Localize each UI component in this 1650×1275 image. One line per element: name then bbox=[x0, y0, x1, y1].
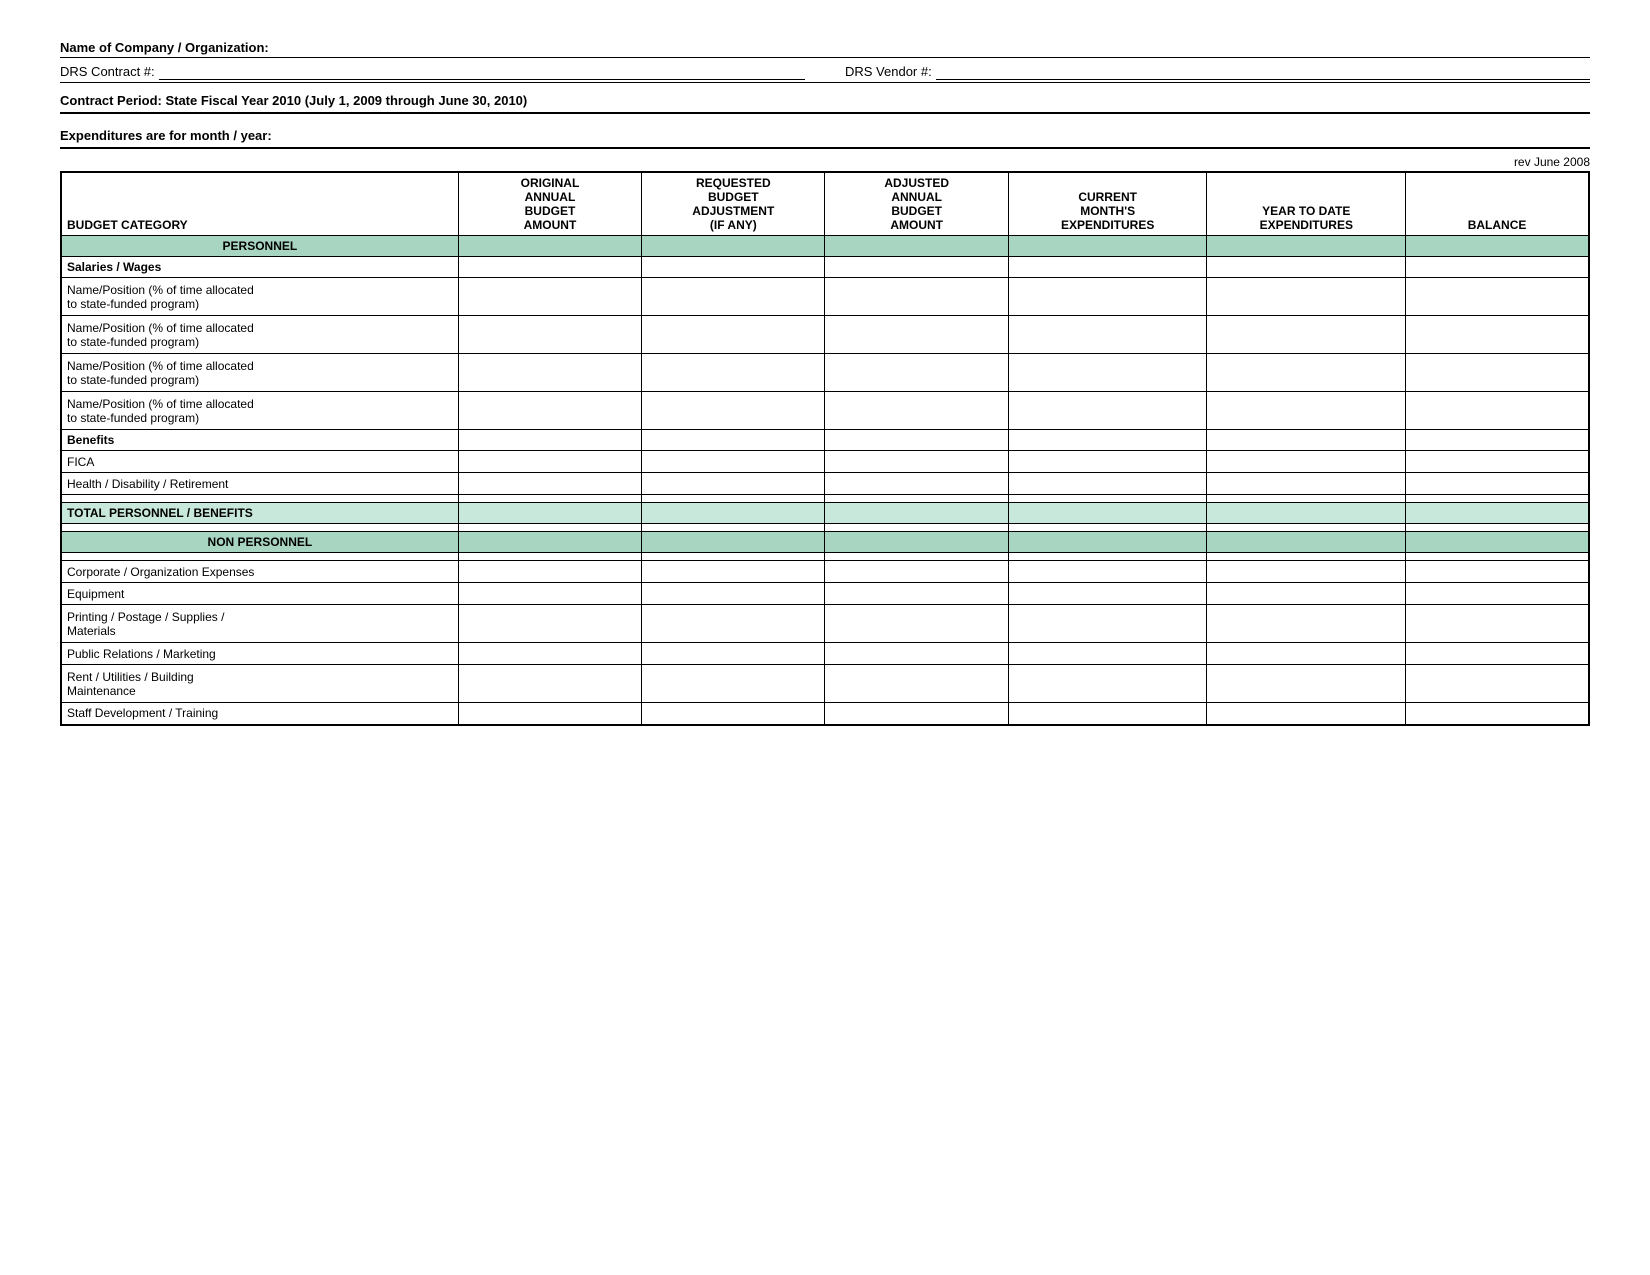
printing-label: Printing / Postage / Supplies /Materials bbox=[61, 605, 458, 643]
row-name-position-3: Name/Position (% of time allocatedto sta… bbox=[61, 354, 458, 392]
total-personnel-row: TOTAL PERSONNEL / BENEFITS bbox=[61, 503, 1589, 524]
equipment-label: Equipment bbox=[61, 583, 458, 605]
col-header-category: BUDGET CATEGORY bbox=[61, 172, 458, 236]
spacer-row-3 bbox=[61, 553, 1589, 561]
total-personnel-label: TOTAL PERSONNEL / BENEFITS bbox=[61, 503, 458, 524]
row-name-position-2: Name/Position (% of time allocatedto sta… bbox=[61, 316, 458, 354]
table-row: Name/Position (% of time allocatedto sta… bbox=[61, 354, 1589, 392]
table-row: Public Relations / Marketing bbox=[61, 643, 1589, 665]
company-label: Name of Company / Organization: bbox=[60, 40, 269, 55]
benefits-label: Benefits bbox=[61, 430, 458, 451]
expenditures-label: Expenditures are for month / year: bbox=[60, 128, 1590, 149]
col-header-balance: BALANCE bbox=[1406, 172, 1589, 236]
non-personnel-label: NON PERSONNEL bbox=[61, 532, 458, 553]
vendor-value bbox=[936, 64, 1590, 80]
table-row: Rent / Utilities / BuildingMaintenance bbox=[61, 665, 1589, 703]
subsection-benefits: Benefits bbox=[61, 430, 1589, 451]
col-header-original: ORIGINALANNUALBUDGETAMOUNT bbox=[458, 172, 641, 236]
subsection-salaries: Salaries / Wages bbox=[61, 257, 1589, 278]
contract-value bbox=[159, 64, 805, 80]
col-header-adjusted: ADJUSTEDANNUALBUDGETAMOUNT bbox=[825, 172, 1008, 236]
contract-period: Contract Period: State Fiscal Year 2010 … bbox=[60, 93, 1590, 114]
row-name-position-1: Name/Position (% of time allocatedto sta… bbox=[61, 278, 458, 316]
rent-label: Rent / Utilities / BuildingMaintenance bbox=[61, 665, 458, 703]
corporate-label: Corporate / Organization Expenses bbox=[61, 561, 458, 583]
table-row: FICA bbox=[61, 451, 1589, 473]
salaries-label: Salaries / Wages bbox=[61, 257, 458, 278]
health-label: Health / Disability / Retirement bbox=[61, 473, 458, 495]
col-header-current: CURRENTMONTH'SEXPENDITURES bbox=[1008, 172, 1207, 236]
table-row: Equipment bbox=[61, 583, 1589, 605]
table-row: Name/Position (% of time allocatedto sta… bbox=[61, 278, 1589, 316]
rev-note: rev June 2008 bbox=[60, 155, 1590, 169]
col-header-requested: REQUESTEDBUDGETADJUSTMENT(if any) bbox=[642, 172, 825, 236]
vendor-label: DRS Vendor #: bbox=[845, 64, 932, 79]
table-row: Staff Development / Training bbox=[61, 703, 1589, 725]
spacer-row bbox=[61, 495, 1589, 503]
table-row: Name/Position (% of time allocatedto sta… bbox=[61, 392, 1589, 430]
budget-table: BUDGET CATEGORY ORIGINALANNUALBUDGETAMOU… bbox=[60, 171, 1590, 726]
spacer-row-2 bbox=[61, 524, 1589, 532]
section-header-personnel: PERSONNEL bbox=[61, 236, 1589, 257]
table-row: Health / Disability / Retirement bbox=[61, 473, 1589, 495]
col-header-ytd: YEAR TO DATEEXPENDITURES bbox=[1207, 172, 1406, 236]
table-row: Printing / Postage / Supplies /Materials bbox=[61, 605, 1589, 643]
table-row: Name/Position (% of time allocatedto sta… bbox=[61, 316, 1589, 354]
row-name-position-4: Name/Position (% of time allocatedto sta… bbox=[61, 392, 458, 430]
contract-label: DRS Contract #: bbox=[60, 64, 155, 79]
public-relations-label: Public Relations / Marketing bbox=[61, 643, 458, 665]
table-row: Corporate / Organization Expenses bbox=[61, 561, 1589, 583]
personnel-label: PERSONNEL bbox=[61, 236, 458, 257]
section-header-non-personnel: NON PERSONNEL bbox=[61, 532, 1589, 553]
table-header-row: BUDGET CATEGORY ORIGINALANNUALBUDGETAMOU… bbox=[61, 172, 1589, 236]
fica-label: FICA bbox=[61, 451, 458, 473]
staff-dev-label: Staff Development / Training bbox=[61, 703, 458, 725]
